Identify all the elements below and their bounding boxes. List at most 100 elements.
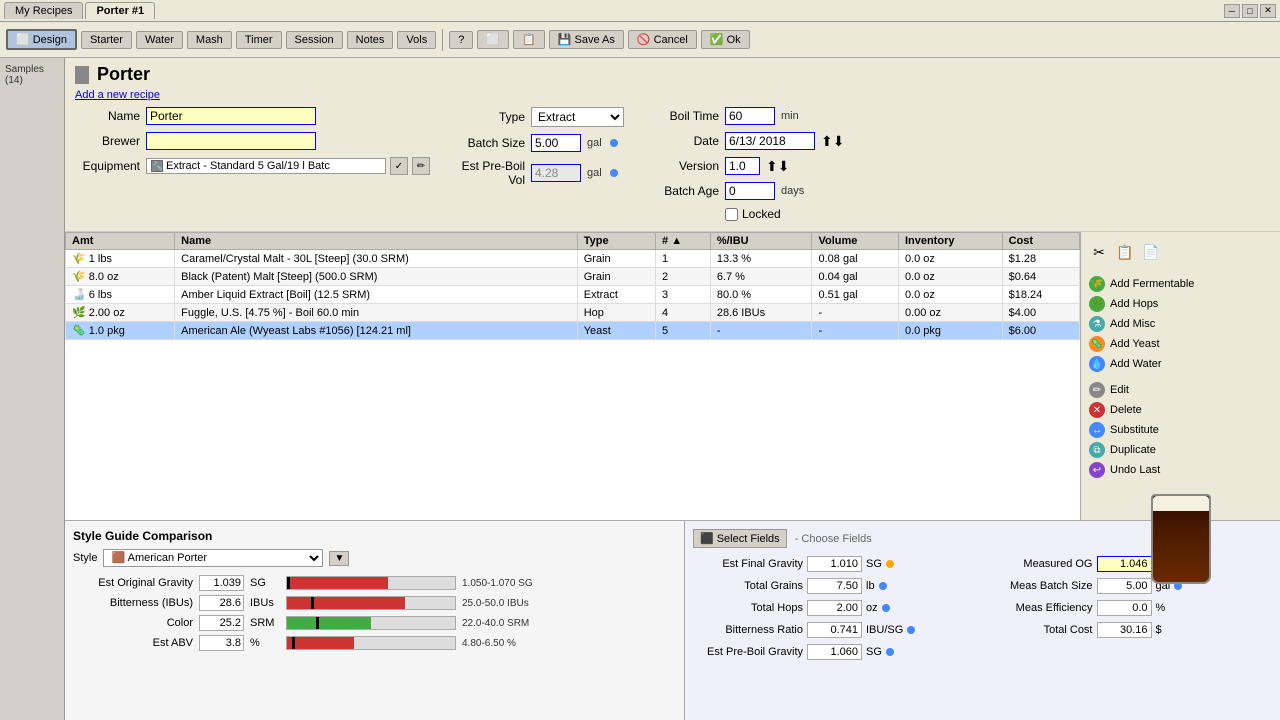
equipment-field-row: 🔧 Extract - Standard 5 Gal/19 l Batc ✓ ✏ xyxy=(146,157,430,175)
stat-efg-unit: SG xyxy=(866,558,882,570)
ok-btn[interactable]: ✅ Ok xyxy=(701,30,750,49)
copy-btn[interactable]: 📋 xyxy=(513,30,545,49)
undo-label: Undo Last xyxy=(1110,464,1160,476)
tab-my-recipes[interactable]: My Recipes xyxy=(4,2,83,19)
equipment-check-btn[interactable]: ✓ xyxy=(390,157,408,175)
sg-abv-value[interactable] xyxy=(199,635,244,651)
add-fermentable-btn[interactable]: 🌾 Add Fermentable xyxy=(1085,274,1276,294)
boil-time-input[interactable] xyxy=(725,107,775,125)
toolbar-session[interactable]: Session xyxy=(286,31,343,49)
style-select[interactable]: 🟫 American Porter xyxy=(103,549,323,567)
stat-epg-value[interactable] xyxy=(807,644,862,660)
minimize-btn[interactable]: ─ xyxy=(1224,4,1240,18)
table-row[interactable]: 🦠 1.0 pkg American Ale (Wyeast Labs #105… xyxy=(66,322,1080,340)
equipment-value: Extract - Standard 5 Gal/19 l Batc xyxy=(166,160,330,172)
copy-icon[interactable]: 📋 xyxy=(1115,242,1135,262)
locked-row: Locked xyxy=(654,207,844,221)
select-fields-btn[interactable]: ⬛ Select Fields xyxy=(693,529,787,548)
ingredients-table: Amt Name Type # ▲ %/IBU Volume Inventory… xyxy=(65,232,1080,340)
stat-tg-dot xyxy=(879,582,887,590)
cell-name: Fuggle, U.S. [4.75 %] - Boil 60.0 min xyxy=(175,304,578,322)
help-btn[interactable]: ? xyxy=(449,31,473,49)
style-select-btn[interactable]: ▼ xyxy=(329,551,349,566)
est-preboil-unit: gal xyxy=(587,167,602,179)
toolbar-vols[interactable]: Vols xyxy=(397,31,436,49)
batch-age-input[interactable] xyxy=(725,182,775,200)
table-row[interactable]: 🌿 2.00 oz Fuggle, U.S. [4.75 %] - Boil 6… xyxy=(66,304,1080,322)
est-preboil-input[interactable] xyxy=(531,164,581,182)
equipment-edit-btn[interactable]: ✏ xyxy=(412,157,430,175)
batch-size-input[interactable] xyxy=(531,134,581,152)
date-spinner[interactable]: ⬆⬇ xyxy=(821,133,844,150)
add-water-label: Add Water xyxy=(1110,358,1162,370)
add-misc-btn[interactable]: ⚗ Add Misc xyxy=(1085,314,1276,334)
paste-icon[interactable]: 📄 xyxy=(1141,242,1161,262)
sg-ibu-value[interactable] xyxy=(199,595,244,611)
stat-epg-unit: SG xyxy=(866,646,882,658)
edit-icon: ✏ xyxy=(1089,382,1105,398)
date-input[interactable] xyxy=(725,132,815,150)
undo-last-btn[interactable]: ↩ Undo Last xyxy=(1085,460,1276,480)
delete-btn[interactable]: ✕ Delete xyxy=(1085,400,1276,420)
edit-btn[interactable]: ✏ Edit xyxy=(1085,380,1276,400)
close-btn[interactable]: ✕ xyxy=(1260,4,1276,18)
stat-mbs-value[interactable] xyxy=(1097,578,1152,594)
add-yeast-btn[interactable]: 🦠 Add Yeast xyxy=(1085,334,1276,354)
est-preboil-row: Est Pre-Boil Vol gal xyxy=(460,159,624,187)
boil-time-row: Boil Time min xyxy=(654,107,844,125)
maximize-btn[interactable]: □ xyxy=(1242,4,1258,18)
table-row[interactable]: 🌾 1 lbs Caramel/Crystal Malt - 30L [Stee… xyxy=(66,250,1080,268)
stat-mog-value[interactable] xyxy=(1097,556,1152,572)
grid-btn[interactable]: ⬜ xyxy=(477,30,509,49)
substitute-btn[interactable]: ↔ Substitute xyxy=(1085,420,1276,440)
name-input[interactable] xyxy=(146,107,316,125)
table-scroll-area[interactable]: Amt Name Type # ▲ %/IBU Volume Inventory… xyxy=(65,232,1080,520)
duplicate-label: Duplicate xyxy=(1110,444,1156,456)
type-select[interactable]: Extract All Grain Partial Mash xyxy=(531,107,624,127)
sg-row-og: Est Original Gravity SG 1.050-1.070 SG xyxy=(73,575,676,591)
toolbar-timer[interactable]: Timer xyxy=(236,31,282,49)
toolbar-water[interactable]: Water xyxy=(136,31,183,49)
stat-est-preboil-gravity: Est Pre-Boil Gravity SG xyxy=(693,644,983,660)
brewer-input[interactable] xyxy=(146,132,316,150)
table-row[interactable]: 🍶 6 lbs Amber Liquid Extract [Boil] (12.… xyxy=(66,286,1080,304)
bottom-panels: Style Guide Comparison Style 🟫 American … xyxy=(65,520,1280,720)
col-name[interactable]: Name xyxy=(175,233,578,250)
stat-efg-value[interactable] xyxy=(807,556,862,572)
stat-th-value[interactable] xyxy=(807,600,862,616)
stat-tg-value[interactable] xyxy=(807,578,862,594)
add-hops-icon: 🌿 xyxy=(1089,296,1105,312)
col-inventory: Inventory xyxy=(898,233,1002,250)
cancel-btn[interactable]: 🚫 Cancel xyxy=(628,30,697,49)
version-spinner[interactable]: ⬆⬇ xyxy=(766,158,789,175)
stats-col-1: Est Final Gravity SG Total Grains lb xyxy=(693,556,983,663)
save-as-btn[interactable]: 💾 Save As xyxy=(549,30,624,49)
equipment-field[interactable]: 🔧 Extract - Standard 5 Gal/19 l Batc xyxy=(146,158,386,174)
scissors-icon[interactable]: ✂ xyxy=(1089,242,1109,262)
tab-porter[interactable]: Porter #1 xyxy=(85,2,155,19)
toolbar-notes[interactable]: Notes xyxy=(347,31,394,49)
add-fermentable-label: Add Fermentable xyxy=(1110,278,1194,290)
toolbar-starter[interactable]: Starter xyxy=(81,31,132,49)
cell-type: Grain xyxy=(577,268,655,286)
equipment-label: Equipment xyxy=(75,159,140,173)
toolbar-design[interactable]: ⬜ Design xyxy=(6,29,77,50)
toolbar-mash[interactable]: Mash xyxy=(187,31,232,49)
stat-me-value[interactable] xyxy=(1097,600,1152,616)
stat-br-value[interactable] xyxy=(807,622,862,638)
duplicate-btn[interactable]: ⧉ Duplicate xyxy=(1085,440,1276,460)
cell-type: Hop xyxy=(577,304,655,322)
version-input[interactable] xyxy=(725,157,760,175)
sg-color-value[interactable] xyxy=(199,615,244,631)
duplicate-icon: ⧉ xyxy=(1089,442,1105,458)
style-select-row: Style 🟫 American Porter ▼ xyxy=(73,549,676,567)
locked-checkbox[interactable] xyxy=(725,208,738,221)
table-row[interactable]: 🌾 8.0 oz Black (Patent) Malt [Steep] (50… xyxy=(66,268,1080,286)
sg-og-value[interactable] xyxy=(199,575,244,591)
add-hops-btn[interactable]: 🌿 Add Hops xyxy=(1085,294,1276,314)
stat-tc-value[interactable] xyxy=(1097,622,1152,638)
batch-size-label: Batch Size xyxy=(460,136,525,150)
add-recipe-link[interactable]: Add a new recipe xyxy=(75,89,1270,101)
add-water-btn[interactable]: 💧 Add Water xyxy=(1085,354,1276,374)
middle-section: Amt Name Type # ▲ %/IBU Volume Inventory… xyxy=(65,232,1280,520)
